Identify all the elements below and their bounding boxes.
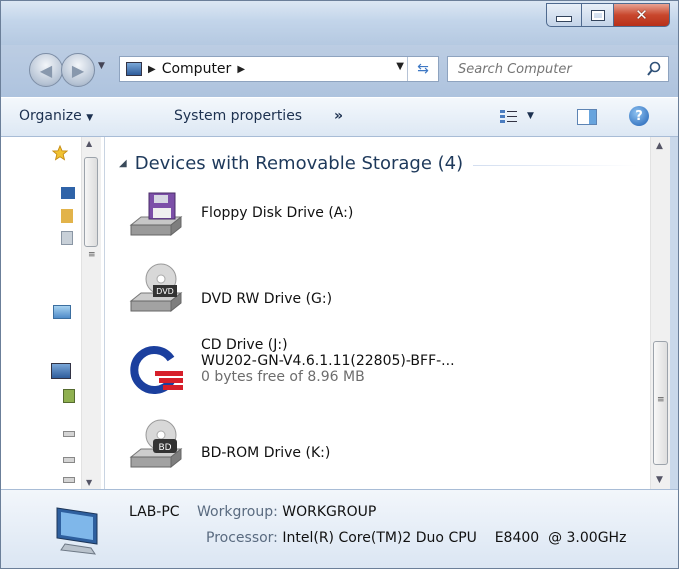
maximize-button[interactable] (582, 3, 614, 27)
drive-f-icon[interactable] (63, 477, 75, 483)
chevron-down-icon: ▼ (86, 113, 94, 123)
help-button[interactable]: ? (629, 106, 649, 126)
workgroup-value: WORKGROUP (282, 504, 377, 520)
drive-item-cd[interactable]: CD Drive (J:) WU202-GN-V4.6.1.11(22805)-… (125, 337, 455, 397)
search-icon[interactable] (646, 61, 662, 77)
downloads-folder-icon[interactable] (61, 209, 73, 223)
recent-pages-dropdown[interactable]: ▼ (98, 61, 105, 71)
scroll-up-icon[interactable]: ▲ (86, 139, 92, 148)
computer-name: LAB-PC (129, 504, 180, 520)
scroll-down-icon[interactable]: ▼ (86, 478, 92, 487)
bd-badge: BD (158, 443, 171, 453)
navigation-pane-scroll-thumb[interactable] (84, 157, 98, 247)
organize-menu[interactable]: Organize ▼ (19, 108, 93, 124)
drive-item-dvd[interactable]: DVD DVD RW Drive (G:) (125, 263, 332, 319)
drive-c-icon[interactable] (63, 389, 75, 403)
forward-button[interactable]: ▶ (61, 53, 95, 87)
view-dropdown-icon: ▼ (527, 111, 534, 121)
breadcrumb-computer[interactable]: Computer (162, 61, 232, 77)
address-history-dropdown[interactable]: ▼ (396, 61, 404, 72)
details-pane: LAB-PC Workgroup: WORKGROUP Processor: I… (1, 489, 678, 568)
workgroup-label: Workgroup: (197, 504, 278, 520)
drive-label: Floppy Disk Drive (A:) (201, 205, 354, 221)
minimize-icon (556, 15, 572, 22)
processor-label: Processor: (206, 530, 278, 546)
recent-places-icon[interactable] (61, 231, 73, 245)
minimize-button[interactable] (546, 3, 582, 27)
command-bar: Organize ▼ System properties » ▼ ? (1, 97, 678, 137)
title-bar[interactable]: ✕ (1, 1, 678, 45)
group-title: Devices with Removable Storage (4) (134, 153, 464, 174)
libraries-icon[interactable] (53, 305, 71, 319)
cd-drive-info: CD Drive (J:) WU202-GN-V4.6.1.11(22805)-… (201, 337, 455, 385)
workgroup-row: Workgroup: WORKGROUP (197, 504, 376, 520)
floppy-drive-icon (129, 192, 183, 237)
organize-label: Organize (19, 108, 82, 124)
computer-icon (56, 507, 98, 555)
help-icon: ? (635, 108, 643, 124)
caption-buttons: ✕ (546, 3, 670, 27)
navigation-pane-scrollbar[interactable]: ▲ ≡ ▼ (81, 137, 101, 489)
more-commands-button[interactable]: » (334, 108, 343, 124)
drive-e-icon[interactable] (63, 457, 75, 463)
volume-label: WU202-GN-V4.6.1.11(22805)-BFF-... (201, 353, 455, 369)
computer-location-icon (126, 62, 142, 76)
drive-label: CD Drive (J:) (201, 337, 288, 353)
refresh-button[interactable]: ⇆ (407, 57, 438, 81)
close-icon: ✕ (635, 6, 648, 24)
collapse-group-icon[interactable]: ◢ (119, 158, 127, 169)
desktop-icon[interactable] (61, 187, 75, 199)
drive-item-bd[interactable]: BD BD-ROM Drive (K:) (125, 419, 330, 475)
forward-arrow-icon: ▶ (71, 60, 85, 80)
explorer-window: ✕ ◀ ▶ ▼ ▶ Computer ▶ ▼ ⇆ Organize ▼ Syst… (0, 0, 679, 569)
dvd-badge: DVD (156, 287, 174, 296)
drive-d-icon[interactable] (63, 431, 75, 437)
details-view-icon (500, 110, 517, 123)
change-view-button[interactable]: ▼ (499, 108, 534, 124)
free-space-text: 0 bytes free of 8.96 MB (201, 369, 365, 385)
maximize-icon (590, 9, 605, 21)
back-button[interactable]: ◀ (29, 53, 63, 87)
group-divider (473, 165, 639, 166)
address-bar[interactable]: ▶ Computer ▶ ▼ ⇆ (119, 56, 439, 82)
refresh-icon: ⇆ (417, 61, 429, 77)
system-properties-button[interactable]: System properties (174, 108, 302, 124)
cd-drive-autorun-icon (130, 346, 183, 394)
preview-pane-button[interactable] (577, 109, 597, 125)
file-list-scrollbar[interactable]: ▲ ≡ ▼ (650, 137, 670, 489)
grip-icon: ≡ (657, 395, 665, 405)
breadcrumb-separator[interactable]: ▶ (237, 64, 245, 75)
computer-nav-icon[interactable] (51, 363, 71, 379)
group-header-removable-storage[interactable]: ◢ Devices with Removable Storage (4) (119, 153, 639, 174)
grip-icon: ≡ (88, 250, 96, 260)
bd-drive-icon: BD (129, 419, 183, 469)
breadcrumb-separator[interactable]: ▶ (148, 64, 156, 75)
back-arrow-icon: ◀ (39, 60, 53, 80)
navigation-bar: ◀ ▶ ▼ ▶ Computer ▶ ▼ ⇆ (1, 45, 678, 97)
processor-value: Intel(R) Core(TM)2 Duo CPU E8400 @ 3.00G… (282, 530, 627, 546)
scroll-down-icon[interactable]: ▼ (656, 475, 663, 485)
search-input[interactable] (456, 60, 640, 78)
favorites-star-icon[interactable] (51, 145, 69, 161)
scroll-up-icon[interactable]: ▲ (656, 141, 663, 151)
drive-label: DVD RW Drive (G:) (201, 291, 333, 307)
drive-item-floppy[interactable]: Floppy Disk Drive (A:) (125, 189, 353, 245)
drive-label: BD-ROM Drive (K:) (201, 445, 331, 461)
close-button[interactable]: ✕ (614, 3, 670, 27)
processor-row: Processor: Intel(R) Core(TM)2 Duo CPU E8… (206, 530, 626, 546)
search-box[interactable] (447, 56, 669, 82)
dvd-drive-icon: DVD (129, 263, 183, 313)
file-list: ◢ Devices with Removable Storage (4) Flo… (105, 137, 650, 489)
